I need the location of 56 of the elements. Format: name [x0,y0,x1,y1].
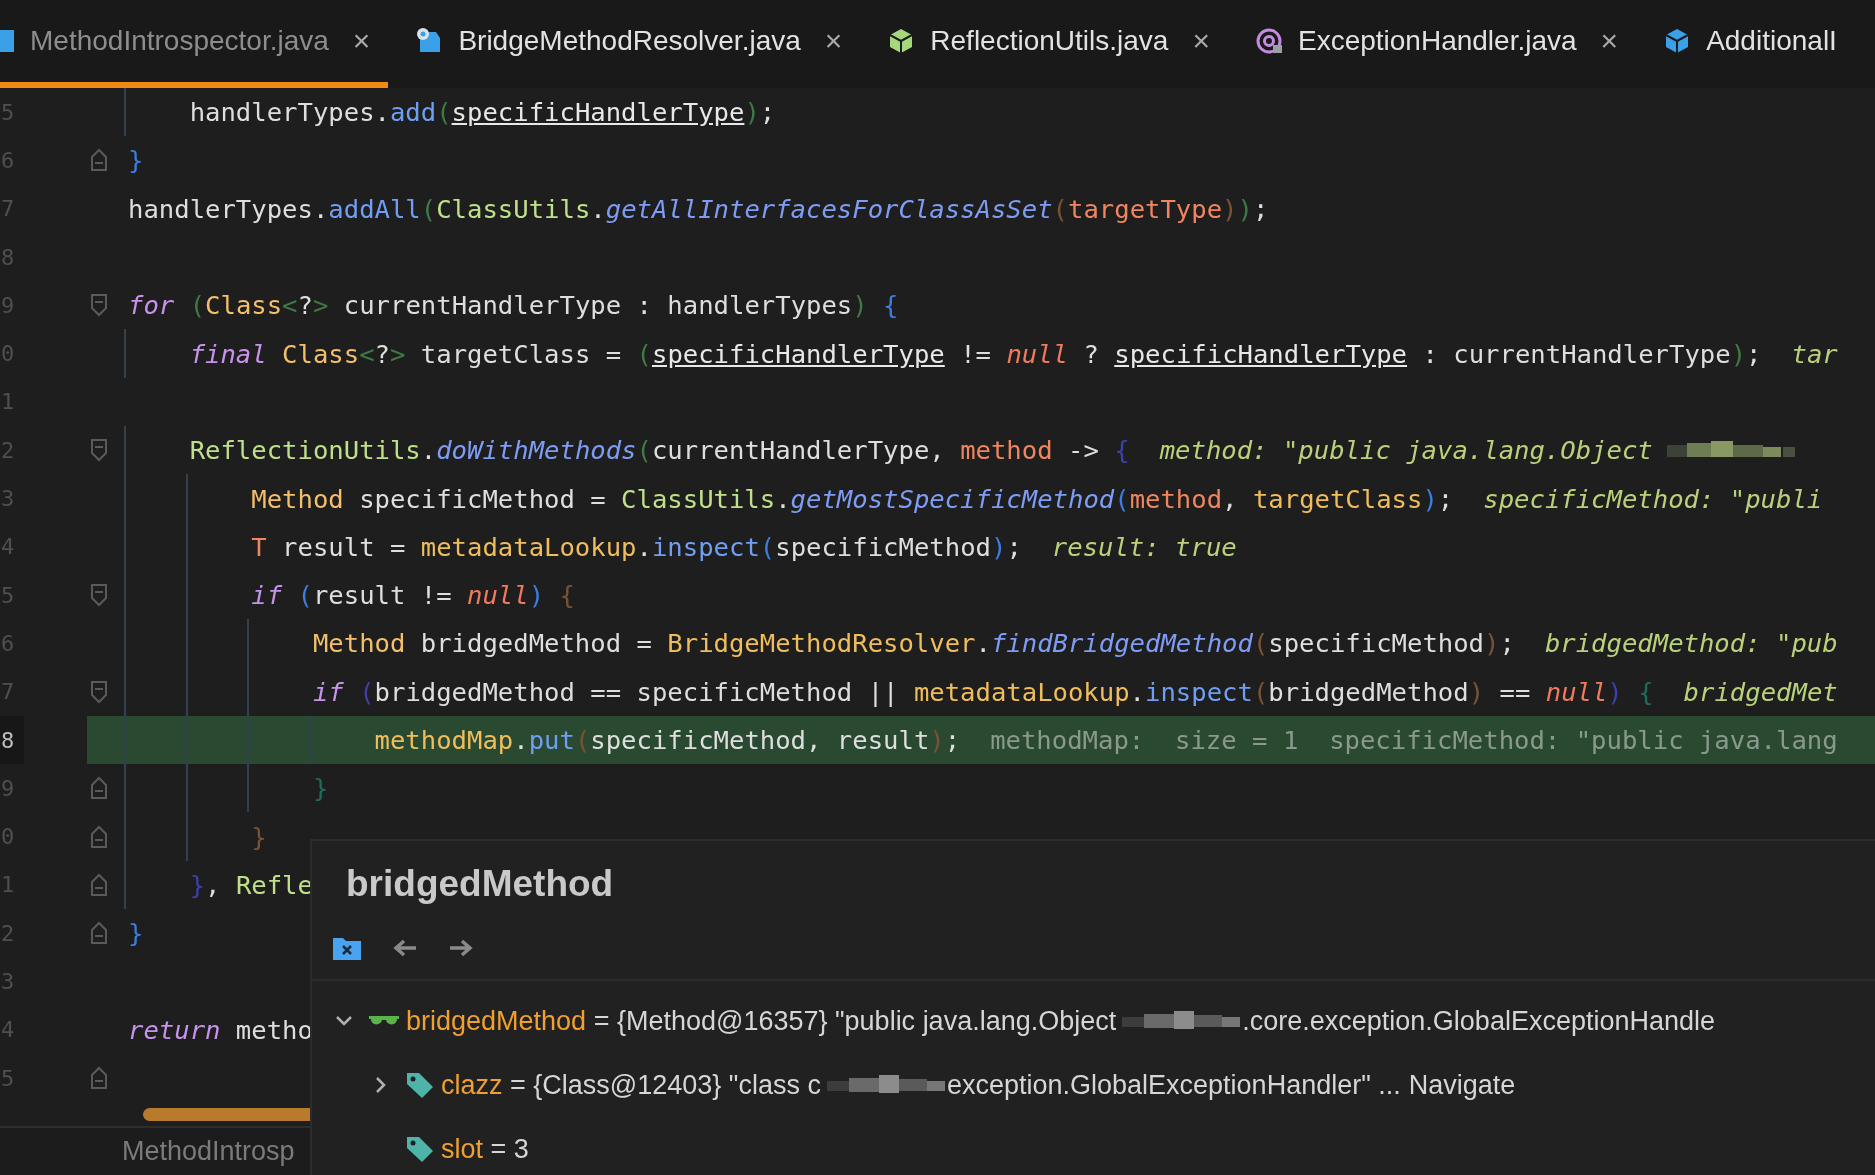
inline-value-hint: tar [1791,338,1838,369]
popup-title: bridgedMethod [345,862,615,906]
inline-value-hint: result: true [1051,531,1237,562]
inline-value-hint: bridgedMethod: "pub [1544,628,1838,659]
editor-tab[interactable]: ReflectionUtils.java × [874,0,1228,88]
forward-arrow-icon[interactable] [448,937,474,959]
folder-close-icon[interactable] [332,935,362,961]
variable-value: exception.GlobalExceptionHandler" ... [946,1069,1401,1101]
code-line: T result = metadataLookup.inspect(specificMethod); [250,531,1022,562]
variable-value: = 3 [489,1133,529,1165]
code-line: handlerTypes.add(specificHandlerType); [188,97,776,128]
inline-value-hint: method: "public java.lang.Object [1159,435,1653,466]
navigate-link[interactable]: Navigate [1408,1069,1516,1101]
tag-icon [405,1071,435,1099]
editor-tab[interactable]: BridgeMethodResolver.java × [402,0,861,88]
fold-marker-icon[interactable] [90,921,108,946]
code-line: return metho [128,1014,313,1045]
fold-marker-icon[interactable] [90,872,108,897]
editor-tab[interactable]: ExceptionHandler.java × [1241,0,1637,88]
fold-marker-icon[interactable] [90,824,108,849]
code-line: } [128,145,144,176]
variable-value: .core.exception.GlobalExceptionHandle [1242,1005,1716,1037]
inline-value-hint: specificMethod: "publi [1483,483,1823,514]
inline-value-hint: methodMap: size = 1 specificMethod: "public java.lang [990,725,1838,755]
code-line: ReflectionUtils.doWithMethods(currentHandlerType, method -> { [188,435,1130,466]
fold-marker-icon[interactable] [90,293,108,318]
editor-tab[interactable]: MethodIntrospector.java × [0,0,389,88]
line-number: 8 [0,715,24,765]
code-line: } [250,821,267,852]
code-line: }, Refle [188,869,313,900]
editor-tab[interactable]: AdditionalI [1650,0,1855,88]
fold-marker-icon[interactable] [90,583,108,608]
tag-icon [405,1135,435,1163]
code-line: final Class<?> targetClass = (specificHandlerType != null ? specificHandlerType : currentHandlerType); [188,338,1762,369]
code-line: if (bridgedMethod == specificMethod || metadataLookup.inspect(bridgedMethod) == null) { [311,676,1654,707]
code-line: for (Class<?> currentHandlerType : handlerTypes) { [128,290,899,321]
fold-marker-icon[interactable] [90,148,108,173]
inline-value-hint: bridgedMet [1683,676,1838,707]
variable-name: bridgedMethod [406,1005,587,1037]
fold-marker-icon[interactable] [90,776,108,801]
variable-name: slot [441,1133,484,1165]
bottom-tab[interactable]: MethodIntrosp [122,1136,295,1168]
code-line: Method specificMethod = ClassUtils.getMostSpecificMethod(method, targetClass); [250,483,1454,514]
variable-value: = {Method@16357} "public java.lang.Object [592,1005,1117,1037]
code-line: Method bridgedMethod = BridgeMethodResolver.findBridgedMethod(specificMethod); [311,628,1515,659]
code-line: } [311,773,329,804]
code-line: handlerTypes.addAll(ClassUtils.getAllInterfacesForClassAsSet(targetType)); [128,193,1269,224]
fold-marker-icon[interactable] [90,438,108,463]
variable-name: clazz [441,1069,503,1101]
fold-marker-icon[interactable] [90,679,108,704]
code-line: if (result != null) { [250,580,575,611]
variable-value: = {Class@12403} "class c [509,1069,821,1101]
code-line: methodMap.put(specificMethod, result); [373,725,961,755]
back-arrow-icon[interactable] [392,937,418,959]
code-line: } [128,918,144,949]
fold-marker-icon[interactable] [90,1066,108,1091]
